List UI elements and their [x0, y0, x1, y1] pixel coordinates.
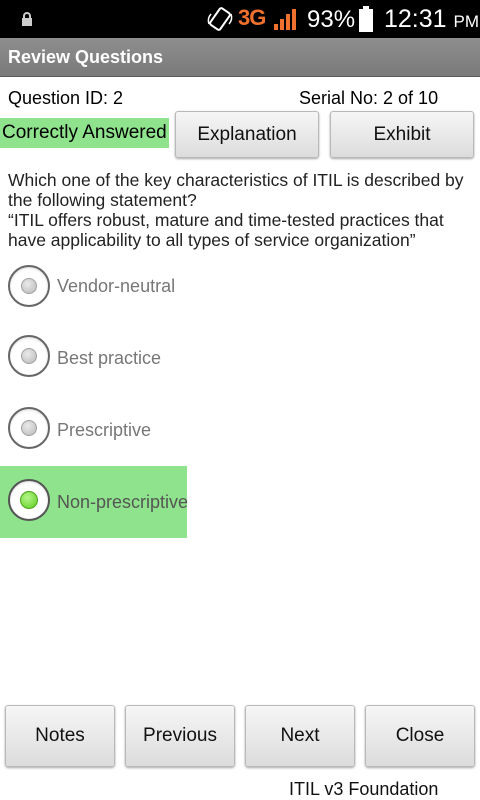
- close-button[interactable]: Close: [365, 705, 475, 767]
- radio-button[interactable]: [8, 479, 50, 521]
- battery-percent: 93%: [307, 6, 356, 33]
- network-type: 3G: [238, 5, 266, 30]
- option-best-practice[interactable]: Best practice: [0, 322, 480, 394]
- question-prompt: Which one of the key characteristics of …: [8, 170, 464, 210]
- question-id: Question ID: 2: [8, 88, 124, 108]
- footer-label: ITIL v3 Foundation: [289, 779, 439, 799]
- explanation-button[interactable]: Explanation: [175, 111, 319, 158]
- previous-button[interactable]: Previous: [125, 705, 235, 767]
- status-bar: 3G 93% 12:31 PM: [0, 0, 480, 38]
- clock: 12:31 PM: [384, 5, 479, 34]
- option-label: Best practice: [57, 348, 162, 368]
- question-statement: “ITIL offers robust, mature and time-tes…: [8, 210, 444, 250]
- clock-ampm: PM: [453, 12, 480, 31]
- battery-icon: [359, 6, 373, 32]
- clock-time: 12:31: [384, 5, 447, 33]
- exhibit-button[interactable]: Exhibit: [330, 111, 474, 158]
- page-title: Review Questions: [8, 47, 164, 67]
- radio-dot: [21, 278, 37, 294]
- option-non-prescriptive[interactable]: Non-prescriptive: [0, 466, 480, 538]
- radio-button[interactable]: [8, 265, 50, 307]
- status-badge: Correctly Answered: [0, 118, 169, 148]
- signal-icon: [274, 9, 296, 30]
- rotate-icon: [207, 7, 233, 31]
- radio-button[interactable]: [8, 407, 50, 449]
- option-prescriptive[interactable]: Prescriptive: [0, 394, 480, 466]
- option-vendor-neutral[interactable]: Vendor-neutral: [0, 250, 480, 322]
- notes-button[interactable]: Notes: [5, 705, 115, 767]
- option-label: Prescriptive: [57, 420, 152, 440]
- option-label: Vendor-neutral: [57, 276, 176, 296]
- option-label: Non-prescriptive: [57, 492, 189, 512]
- lock-icon: [22, 12, 32, 26]
- serial-number: Serial No: 2 of 10: [299, 88, 439, 108]
- radio-dot: [21, 348, 37, 364]
- title-bar: Review Questions: [0, 38, 480, 77]
- radio-dot: [21, 420, 37, 436]
- radio-button[interactable]: [8, 335, 50, 377]
- radio-dot: [20, 491, 38, 509]
- next-button[interactable]: Next: [245, 705, 355, 767]
- question-text: Which one of the key characteristics of …: [8, 170, 474, 250]
